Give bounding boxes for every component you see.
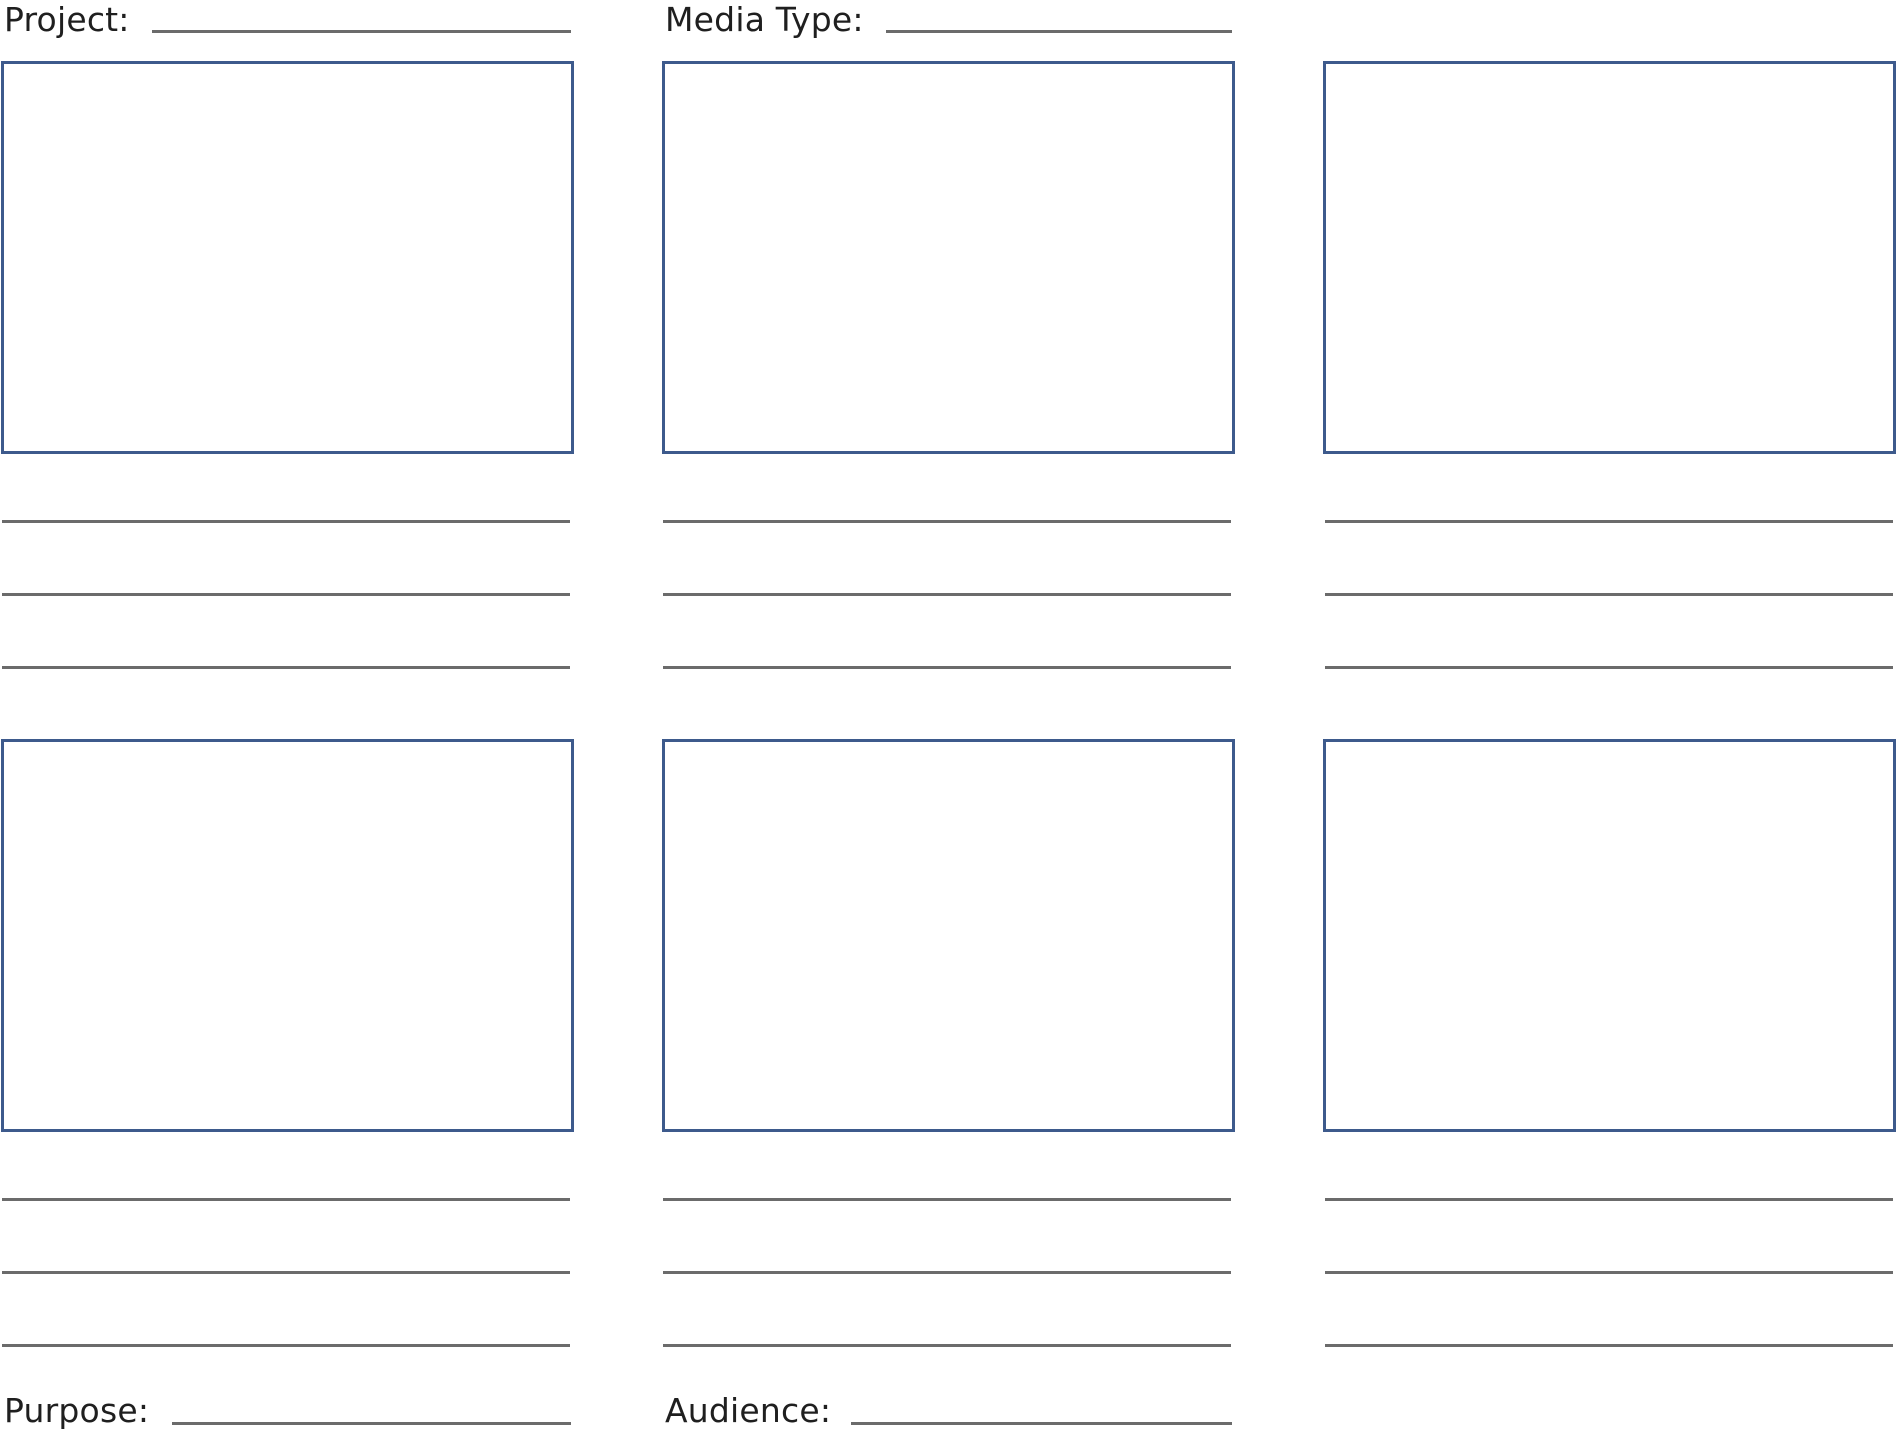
audience-label: Audience:	[665, 1391, 832, 1430]
frame-3-note-line-3[interactable]	[1325, 666, 1893, 669]
storyboard-frame-6[interactable]	[1323, 739, 1896, 1132]
frame-2-note-line-1[interactable]	[663, 520, 1231, 523]
audience-field[interactable]: Audience:	[665, 1391, 1235, 1431]
purpose-field[interactable]: Purpose:	[4, 1391, 574, 1431]
audience-input-line[interactable]	[851, 1422, 1232, 1425]
frame-6-note-line-2[interactable]	[1325, 1271, 1893, 1274]
frame-5-note-line-1[interactable]	[663, 1198, 1231, 1201]
media-type-input-line[interactable]	[886, 30, 1232, 33]
frame-4-note-line-1[interactable]	[2, 1198, 570, 1201]
frame-5-note-line-2[interactable]	[663, 1271, 1231, 1274]
storyboard-frame-4[interactable]	[1, 739, 574, 1132]
frame-5-note-line-3[interactable]	[663, 1344, 1231, 1347]
project-input-line[interactable]	[152, 30, 571, 33]
frame-2-note-line-2[interactable]	[663, 593, 1231, 596]
frame-4-note-line-3[interactable]	[2, 1344, 570, 1347]
frame-3-note-line-1[interactable]	[1325, 520, 1893, 523]
media-type-label: Media Type:	[665, 0, 864, 39]
media-type-field[interactable]: Media Type:	[665, 0, 1235, 40]
purpose-input-line[interactable]	[172, 1422, 571, 1425]
storyboard-frame-5[interactable]	[662, 739, 1235, 1132]
frame-6-note-line-1[interactable]	[1325, 1198, 1893, 1201]
frame-1-note-line-1[interactable]	[2, 520, 570, 523]
frame-3-note-line-2[interactable]	[1325, 593, 1893, 596]
storyboard-frame-2[interactable]	[662, 61, 1235, 454]
purpose-label: Purpose:	[4, 1391, 150, 1430]
frame-6-note-line-3[interactable]	[1325, 1344, 1893, 1347]
project-label: Project:	[4, 0, 130, 39]
frame-1-note-line-2[interactable]	[2, 593, 570, 596]
frame-2-note-line-3[interactable]	[663, 666, 1231, 669]
storyboard-frame-3[interactable]	[1323, 61, 1896, 454]
frame-4-note-line-2[interactable]	[2, 1271, 570, 1274]
storyboard-sheet: Project: Media Type: Purpose: Audience:	[0, 0, 1896, 1434]
storyboard-frame-1[interactable]	[1, 61, 574, 454]
project-field[interactable]: Project:	[4, 0, 574, 40]
frame-1-note-line-3[interactable]	[2, 666, 570, 669]
